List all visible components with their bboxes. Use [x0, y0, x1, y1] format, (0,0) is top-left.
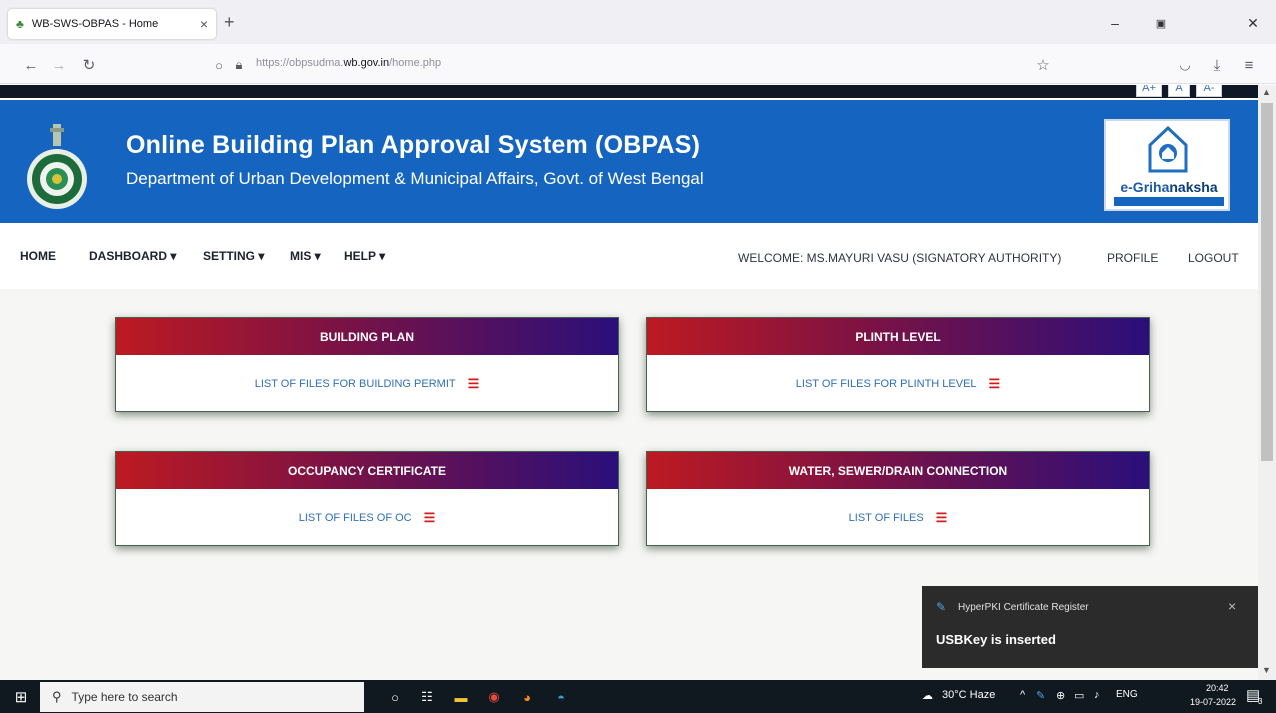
windows-start-icon[interactable]: ⊞	[8, 685, 34, 709]
logo-text: e-Grihanaksha	[1112, 179, 1226, 195]
new-tab-button[interactable]: +	[224, 12, 235, 33]
card-title: OCCUPANCY CERTIFICATE	[116, 452, 618, 489]
notification-toast[interactable]: ✎ HyperPKI Certificate Register × USBKey…	[922, 586, 1258, 668]
list-icon: ☰	[935, 509, 948, 525]
logo-tagline-strip	[1114, 197, 1224, 206]
browser-nav-bar	[0, 44, 1276, 84]
edge-icon[interactable]: ◓	[548, 685, 574, 709]
e-grihanaksha-logo[interactable]: e-Grihanaksha	[1104, 119, 1230, 211]
browser-tab[interactable]: ♣ WB-SWS-OBPAS - Home ×	[8, 9, 216, 39]
chrome-icon[interactable]: ◉	[481, 685, 507, 709]
card-link-label: LIST OF FILES FOR BUILDING PERMIT	[254, 377, 456, 390]
welcome-text: WELCOME: MS.MAYURI VASU (SIGNATORY AUTHO…	[738, 251, 1062, 265]
card-title: BUILDING PLAN	[116, 318, 618, 355]
card-building-plan: BUILDING PLAN LIST OF FILES FOR BUILDING…	[115, 317, 619, 412]
close-window-icon[interactable]: ✕	[1184, 10, 1276, 36]
tray-chevron-icon[interactable]: ^	[1020, 689, 1025, 701]
browser-tab-bar: ♣ WB-SWS-OBPAS - Home × + – ▣ ✕	[0, 0, 1276, 44]
card-plinth-level: PLINTH LEVEL LIST OF FILES FOR PLINTH LE…	[646, 317, 1150, 412]
taskbar-search[interactable]: ⚲ Type here to search	[40, 682, 364, 712]
logo-text-b: naksha	[1169, 179, 1218, 195]
card-water-sewer-drain: WATER, SEWER/DRAIN CONNECTION LIST OF FI…	[646, 451, 1150, 546]
link-plinth-level-files[interactable]: LIST OF FILES FOR PLINTH LEVEL ☰	[647, 355, 1149, 412]
menu-profile[interactable]: PROFILE	[1107, 251, 1158, 265]
menu-dashboard[interactable]: DASHBOARD ▾	[89, 249, 176, 263]
network-icon[interactable]: ⊕	[1056, 689, 1065, 702]
tray-pen-icon[interactable]: ✎	[1036, 689, 1045, 702]
notification-count: 3	[1258, 697, 1263, 706]
font-decrease-button[interactable]: A-	[1196, 85, 1222, 97]
download-icon[interactable]: ⤓	[1204, 52, 1230, 78]
logo-text-a: e-Griha	[1120, 179, 1170, 195]
scroll-up-icon[interactable]: ▲	[1262, 87, 1271, 97]
bookmark-star-icon[interactable]: ☆	[1030, 52, 1056, 78]
card-link-label: LIST OF FILES FOR PLINTH LEVEL	[795, 377, 977, 390]
list-icon: ☰	[988, 375, 1001, 391]
weather-text[interactable]: 30°C Haze	[942, 689, 995, 701]
url-prefix: https://obpsudma.	[256, 57, 344, 69]
font-increase-button[interactable]: A+	[1136, 85, 1162, 97]
card-occupancy-certificate: OCCUPANCY CERTIFICATE LIST OF FILES OF O…	[115, 451, 619, 546]
tab-close-icon[interactable]: ×	[200, 16, 208, 32]
site-header: Online Building Plan Approval System (OB…	[0, 100, 1258, 223]
card-title: PLINTH LEVEL	[647, 318, 1149, 355]
minimize-icon[interactable]: –	[1092, 10, 1138, 36]
cortana-icon[interactable]: ○	[382, 685, 408, 709]
weather-icon: ☁	[922, 690, 933, 702]
url-path: /home.php	[389, 57, 442, 69]
pen-icon: ✎	[936, 600, 947, 614]
site-title: Online Building Plan Approval System (OB…	[126, 131, 701, 159]
list-icon: ☰	[467, 375, 480, 391]
menu-home[interactable]: HOME	[20, 249, 56, 263]
maximize-icon[interactable]: ▣	[1138, 10, 1184, 36]
lock-icon[interactable]: 🔒︎	[226, 52, 252, 78]
windows-taskbar: ⊞ ⚲ Type here to search ○ ☷ ▬ ◉ ◕ ◓ ☁ 30…	[0, 680, 1276, 713]
url-domain: wb.gov.in	[343, 57, 390, 69]
language-indicator[interactable]: ENG	[1116, 689, 1138, 700]
menu-logout[interactable]: LOGOUT	[1188, 251, 1239, 265]
link-oc-files[interactable]: LIST OF FILES OF OC ☰	[116, 489, 618, 546]
reload-icon[interactable]: ↻	[76, 52, 102, 78]
firefox-icon[interactable]: ◕	[514, 685, 540, 709]
site-subtitle: Department of Urban Development & Munici…	[126, 169, 704, 188]
site-favicon-icon: ♣	[16, 17, 24, 31]
card-link-label: LIST OF FILES	[848, 511, 924, 524]
toast-close-icon[interactable]: ×	[1228, 598, 1236, 614]
display-icon[interactable]: ▭	[1074, 689, 1084, 702]
font-normal-button[interactable]: A	[1168, 85, 1190, 97]
file-explorer-icon[interactable]: ▬	[448, 685, 474, 709]
tab-title: WB-SWS-OBPAS - Home	[31, 18, 159, 30]
house-logo-icon	[1148, 125, 1188, 173]
card-title: WATER, SEWER/DRAIN CONNECTION	[647, 452, 1149, 489]
search-placeholder: Type here to search	[71, 690, 178, 704]
search-icon: ⚲	[52, 689, 62, 704]
link-water-sewer-files[interactable]: LIST OF FILES ☰	[647, 489, 1149, 546]
list-icon: ☰	[423, 509, 436, 525]
link-building-permit-files[interactable]: LIST OF FILES FOR BUILDING PERMIT ☰	[116, 355, 618, 412]
card-link-label: LIST OF FILES OF OC	[298, 511, 412, 524]
task-view-icon[interactable]: ☷	[414, 685, 440, 709]
url-bar[interactable]: https://obpsudma.wb.gov.in/home.php	[256, 57, 441, 69]
main-menu-bar: HOME DASHBOARD ▾ SETTING ▾ MIS ▾ HELP ▾ …	[0, 223, 1258, 289]
clock-date[interactable]: 19-07-2022	[1190, 697, 1236, 707]
toast-message: USBKey is inserted	[936, 632, 1056, 647]
menu-help[interactable]: HELP ▾	[344, 249, 385, 263]
back-icon[interactable]: ←	[18, 52, 44, 78]
pocket-icon[interactable]: ◡	[1172, 52, 1198, 78]
menu-icon[interactable]: ≡	[1236, 52, 1262, 78]
west-bengal-emblem-icon	[27, 124, 87, 209]
forward-icon[interactable]: →	[46, 52, 72, 78]
menu-mis[interactable]: MIS ▾	[290, 249, 321, 263]
scrollbar-thumb[interactable]	[1261, 103, 1273, 461]
top-strip	[0, 85, 1258, 98]
menu-setting[interactable]: SETTING ▾	[203, 249, 264, 263]
toast-app-name: HyperPKI Certificate Register	[958, 602, 1089, 613]
page-scrollbar[interactable]: ▲ ▼	[1258, 85, 1276, 680]
clock-time[interactable]: 20:42	[1206, 683, 1229, 693]
scroll-down-icon[interactable]: ▼	[1262, 665, 1271, 675]
volume-icon[interactable]: ♪	[1094, 689, 1100, 701]
